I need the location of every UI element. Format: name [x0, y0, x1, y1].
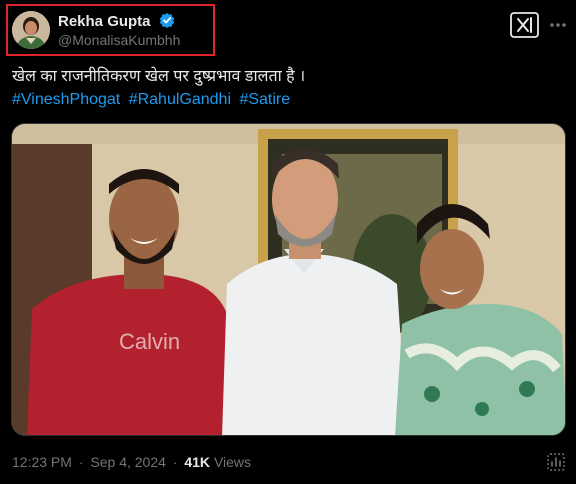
handle[interactable]: @MonalisaKumbhh: [58, 32, 180, 48]
more-options-icon[interactable]: [548, 15, 568, 35]
tweet-photo[interactable]: Calvin: [11, 123, 566, 436]
tweet-time[interactable]: 12:23 PM: [12, 454, 72, 470]
shirt-print-text: Calvin: [119, 329, 180, 354]
separator: ·: [78, 454, 84, 470]
verified-badge-icon: [159, 13, 174, 28]
grok-icon[interactable]: [510, 12, 539, 38]
hashtag-link[interactable]: #VineshPhogat: [12, 91, 120, 108]
post-analytics-icon[interactable]: [546, 452, 566, 472]
tweet-meta: 12:23 PM · Sep 4, 2024 · 41K Views: [12, 454, 251, 470]
hashtag-link[interactable]: #RahulGandhi: [129, 91, 231, 108]
tweet-date[interactable]: Sep 4, 2024: [90, 454, 166, 470]
tweet-text: खेल का राजनीतिकरण खेल पर दुष्प्रभाव डालत…: [12, 68, 306, 85]
views-label: Views: [213, 454, 252, 470]
display-name-text: Rekha Gupta: [58, 13, 151, 30]
separator: ·: [172, 454, 178, 470]
hashtags: #VineshPhogat #RahulGandhi #Satire: [12, 90, 294, 110]
tweet: Rekha Gupta @MonalisaKumbhh खेल का राजनी…: [0, 0, 576, 484]
avatar[interactable]: [12, 11, 50, 49]
display-name[interactable]: Rekha Gupta: [58, 12, 175, 30]
views-count: 41K: [184, 454, 211, 470]
hashtag-link[interactable]: #Satire: [239, 91, 290, 108]
